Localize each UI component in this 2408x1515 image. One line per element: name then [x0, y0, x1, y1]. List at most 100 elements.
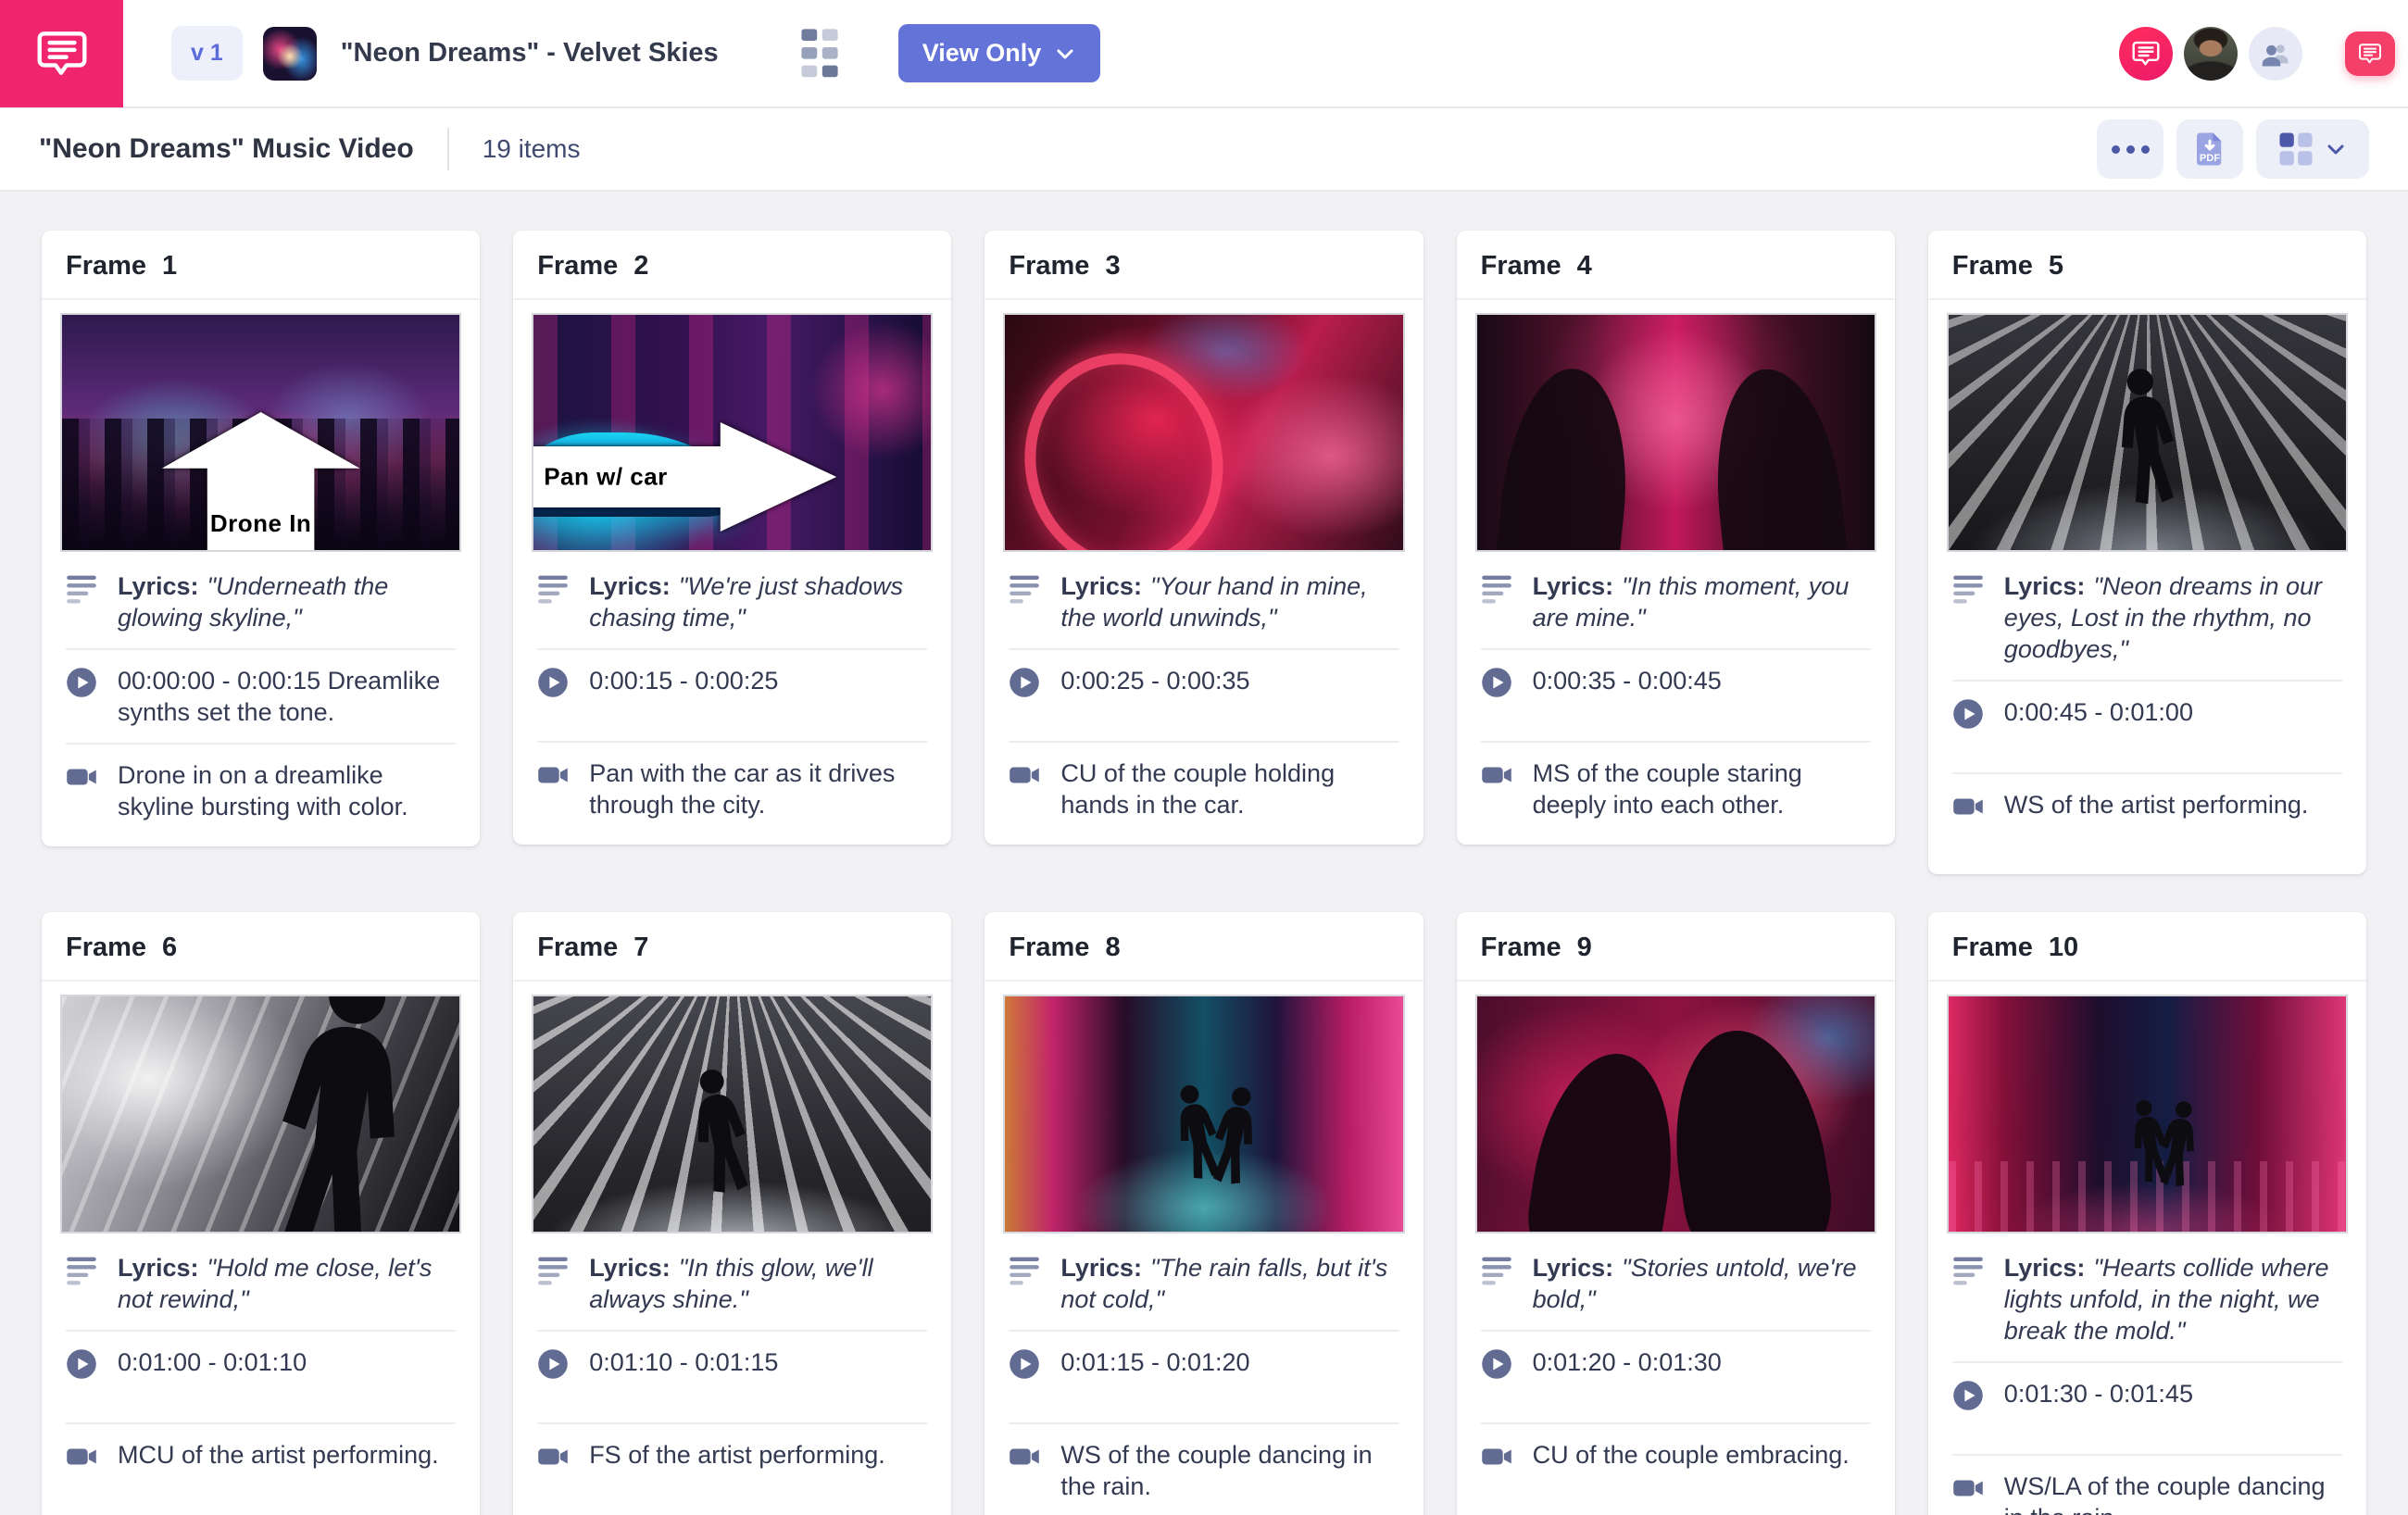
- play-icon: [537, 667, 569, 698]
- view-only-button[interactable]: View Only: [898, 24, 1101, 82]
- speech-bubble-logo-icon: [33, 25, 91, 82]
- lyrics-text: Lyrics:"Underneath the glowing skyline,": [118, 570, 456, 633]
- export-pdf-button[interactable]: PDF: [2176, 119, 2243, 179]
- frame-image-rain-dance[interactable]: [1003, 995, 1404, 1233]
- shot-row: WS of the couple dancing in the rain.: [1009, 1422, 1398, 1515]
- frame-image-singer-closeup[interactable]: [60, 995, 461, 1233]
- project-thumbnail[interactable]: [263, 27, 317, 81]
- video-camera-icon: [537, 759, 569, 791]
- frame-label: Frame: [1952, 933, 2033, 963]
- lyrics-row: Lyrics:"We're just shadows chasing time,…: [537, 556, 927, 648]
- frame-image-artist-fullshot[interactable]: [532, 995, 933, 1233]
- frame-card-3: Frame 3 Lyrics:"Your hand in mine, the w…: [985, 231, 1423, 845]
- frame-image-couple-embrace[interactable]: [1475, 995, 1876, 1233]
- frame-card-4: Frame 4 Lyrics:"In this moment, you are …: [1457, 231, 1895, 845]
- frame-header: Frame 5: [1928, 231, 2366, 300]
- frame-card-5: Frame 5 Lyrics:"Neon dreams in our eyes,…: [1928, 231, 2366, 874]
- timing-row: 0:01:10 - 0:01:15: [537, 1330, 927, 1422]
- board-title: "Neon Dreams" Music Video: [39, 133, 414, 165]
- frame-image-holding-hands[interactable]: [1003, 313, 1404, 552]
- play-icon: [1952, 1380, 1984, 1411]
- video-camera-icon: [1952, 1472, 1984, 1504]
- shot-row: CU of the couple embracing.: [1481, 1422, 1871, 1515]
- play-icon: [1481, 1348, 1512, 1380]
- frame-card-6: Frame 6 Lyrics:"Hold me close, let's not…: [42, 912, 480, 1515]
- drone-in-arrow: Drone In: [162, 412, 360, 552]
- layout-view-button[interactable]: [2256, 119, 2369, 179]
- shot-row: MS of the couple staring deeply into eac…: [1481, 741, 1871, 835]
- lyrics-icon: [66, 1254, 97, 1285]
- play-icon: [1009, 667, 1040, 698]
- board-toolbar: "Neon Dreams" Music Video 19 items PDF: [0, 108, 2408, 192]
- frame-meta: Lyrics:"In this glow, we'll always shine…: [513, 1235, 951, 1515]
- project-title: "Neon Dreams" - Velvet Skies: [341, 38, 719, 69]
- frame-image-rain-dance-wide[interactable]: [1947, 995, 2348, 1233]
- frame-number: 3: [1105, 251, 1120, 282]
- lyrics-text: Lyrics:"The rain falls, but it's not col…: [1060, 1252, 1398, 1315]
- frame-header: Frame 1: [42, 231, 480, 300]
- shot-text: MS of the couple staring deeply into eac…: [1533, 758, 1871, 820]
- lyrics-row: Lyrics:"Underneath the glowing skyline,": [66, 556, 456, 648]
- frame-meta: Lyrics:"The rain falls, but it's not col…: [985, 1235, 1423, 1515]
- frame-image-car-street[interactable]: Pan w/ car: [532, 313, 933, 552]
- frame-label: Frame: [1481, 933, 1561, 963]
- time-text: 0:00:15 - 0:00:25: [589, 665, 778, 696]
- time-text: 0:01:10 - 0:01:15: [589, 1346, 778, 1378]
- video-camera-icon: [1481, 1441, 1512, 1472]
- lyrics-icon: [66, 572, 97, 604]
- time-text: 00:00:00 - 0:00:15 Dreamlike synths set …: [118, 665, 456, 728]
- frame-label: Frame: [537, 251, 618, 282]
- lyrics-row: Lyrics:"Stories untold, we're bold,": [1481, 1237, 1871, 1330]
- frame-card-1: Frame 1 Drone In Lyrics:"Underneath the …: [42, 231, 480, 846]
- team-members-button[interactable]: [2249, 27, 2302, 81]
- play-icon: [1952, 698, 1984, 730]
- lyrics-row: Lyrics:"In this glow, we'll always shine…: [537, 1237, 927, 1330]
- frame-meta: Lyrics:"We're just shadows chasing time,…: [513, 554, 951, 845]
- frame-meta: Lyrics:"Underneath the glowing skyline,"…: [42, 554, 480, 846]
- frame-label: Frame: [66, 933, 146, 963]
- performer-silhouette: [670, 1052, 771, 1209]
- shot-text: Pan with the car as it drives through th…: [589, 758, 927, 820]
- video-camera-icon: [66, 1441, 97, 1472]
- shot-text: CU of the couple holding hands in the ca…: [1060, 758, 1398, 820]
- timing-row: 0:00:45 - 0:01:00: [1952, 680, 2342, 772]
- speech-bubble-icon: [2357, 41, 2383, 67]
- frame-header: Frame 7: [513, 912, 951, 982]
- frames-grid-icon[interactable]: [800, 28, 839, 80]
- shot-row: WS/LA of the couple dancing in the rain.: [1952, 1454, 2342, 1515]
- chat-widget-button[interactable]: [2345, 31, 2395, 76]
- speech-bubble-icon: [2130, 38, 2162, 69]
- shot-text: WS of the artist performing.: [2004, 789, 2309, 820]
- items-count: 19 items: [483, 134, 581, 164]
- chevron-down-icon: [1054, 43, 1076, 65]
- video-camera-icon: [1009, 1441, 1040, 1472]
- play-icon: [1009, 1348, 1040, 1380]
- timing-row: 0:00:35 - 0:00:45: [1481, 648, 1871, 741]
- pan-arrow: Pan w/ car: [532, 422, 836, 532]
- lyrics-text: Lyrics:"Your hand in mine, the world unw…: [1060, 570, 1398, 633]
- lyrics-icon: [537, 1254, 569, 1285]
- frame-image-couple-in-car[interactable]: [1475, 313, 1876, 552]
- lyrics-icon: [1009, 1254, 1040, 1285]
- frame-image-artist-stage[interactable]: [1947, 313, 2348, 552]
- frame-number: 5: [2049, 251, 2063, 282]
- shot-text: FS of the artist performing.: [589, 1439, 885, 1471]
- user-avatar[interactable]: [2184, 27, 2238, 81]
- shot-text: CU of the couple embracing.: [1533, 1439, 1850, 1471]
- play-icon: [1481, 667, 1512, 698]
- frame-meta: Lyrics:"Stories untold, we're bold," 0:0…: [1457, 1235, 1895, 1515]
- frame-meta: Lyrics:"Your hand in mine, the world unw…: [985, 554, 1423, 845]
- lyrics-icon: [1009, 572, 1040, 604]
- frame-label: Frame: [537, 933, 618, 963]
- more-options-button[interactable]: [2097, 119, 2163, 179]
- video-camera-icon: [66, 761, 97, 793]
- play-icon: [66, 667, 97, 698]
- frame-label: Frame: [1481, 251, 1561, 282]
- shot-row: Pan with the car as it drives through th…: [537, 741, 927, 835]
- frame-header: Frame 3: [985, 231, 1423, 300]
- comments-button[interactable]: [2119, 27, 2173, 81]
- version-badge[interactable]: v 1: [171, 26, 243, 81]
- app-logo[interactable]: [0, 0, 123, 107]
- frame-image-neon-skyline[interactable]: Drone In: [60, 313, 461, 552]
- time-text: 0:01:00 - 0:01:10: [118, 1346, 307, 1378]
